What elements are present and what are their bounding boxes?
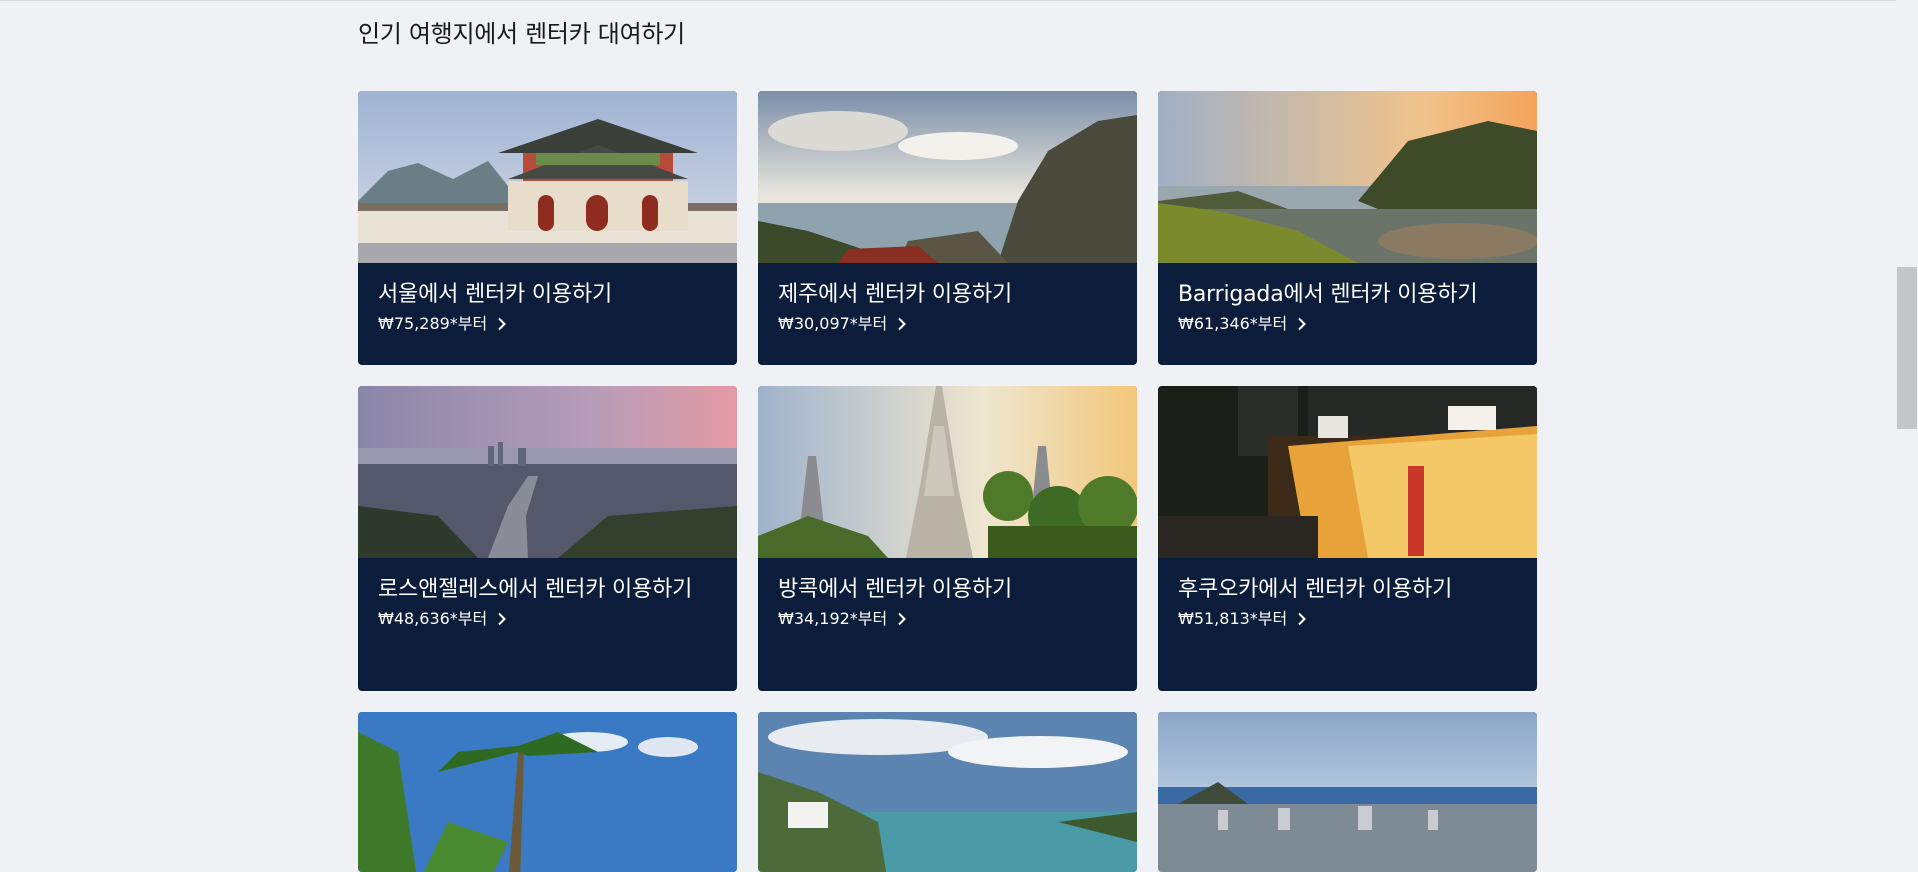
scrollbar[interactable] bbox=[1896, 0, 1918, 847]
card-price: ₩75,289*부터 bbox=[378, 314, 488, 333]
card-price: ₩34,192*부터 bbox=[778, 609, 888, 628]
barrigada-photo bbox=[1158, 91, 1537, 263]
card-price: ₩30,097*부터 bbox=[778, 314, 888, 333]
fukuoka-photo bbox=[1158, 386, 1537, 558]
destination-card-fukuoka[interactable]: 후쿠오카에서 렌터카 이용하기 ₩51,813*부터 bbox=[1158, 386, 1537, 691]
card-title: 제주에서 렌터카 이용하기 bbox=[778, 282, 1013, 307]
scrollbar-thumb[interactable] bbox=[1897, 267, 1917, 429]
chevron-right-icon bbox=[898, 612, 907, 626]
destination-card-9[interactable] bbox=[1158, 712, 1537, 872]
card-price-row: ₩61,346*부터 bbox=[1178, 313, 1517, 335]
destination-grid: 서울에서 렌터카 이용하기 ₩75,289*부터 제주에서 렌터카 이용하기 ₩… bbox=[358, 91, 1538, 872]
card-title: 서울에서 렌터카 이용하기 bbox=[378, 282, 613, 307]
card-price-row: ₩48,636*부터 bbox=[378, 608, 717, 630]
chevron-right-icon bbox=[498, 612, 507, 626]
chevron-right-icon bbox=[498, 317, 507, 331]
card-price-row: ₩30,097*부터 bbox=[778, 313, 1117, 335]
chevron-right-icon bbox=[898, 317, 907, 331]
destination-card-bangkok[interactable]: 방콕에서 렌터카 이용하기 ₩34,192*부터 bbox=[758, 386, 1137, 691]
card-price: ₩51,813*부터 bbox=[1178, 609, 1288, 628]
honolulu-photo bbox=[1158, 712, 1537, 872]
card-price: ₩48,636*부터 bbox=[378, 609, 488, 628]
top-divider bbox=[0, 0, 1918, 1]
destination-card-7[interactable] bbox=[358, 712, 737, 872]
section-title: 인기 여행지에서 렌터카 대여하기 bbox=[358, 20, 685, 48]
card-title: 방콕에서 렌터카 이용하기 bbox=[778, 577, 1013, 602]
jeju-photo bbox=[758, 91, 1137, 263]
card-price-row: ₩34,192*부터 bbox=[778, 608, 1117, 630]
destination-card-jeju[interactable]: 제주에서 렌터카 이용하기 ₩30,097*부터 bbox=[758, 91, 1137, 365]
chevron-right-icon bbox=[1298, 317, 1307, 331]
card-title: Barrigada에서 렌터카 이용하기 bbox=[1178, 282, 1478, 307]
destination-card-barrigada[interactable]: Barrigada에서 렌터카 이용하기 ₩61,346*부터 bbox=[1158, 91, 1537, 365]
bangkok-photo bbox=[758, 386, 1137, 558]
destination-card-los-angeles[interactable]: 로스앤젤레스에서 렌터카 이용하기 ₩48,636*부터 bbox=[358, 386, 737, 691]
coastal-bay-photo bbox=[758, 712, 1137, 872]
card-title: 후쿠오카에서 렌터카 이용하기 bbox=[1178, 577, 1453, 602]
card-price: ₩61,346*부터 bbox=[1178, 314, 1288, 333]
destination-card-8[interactable] bbox=[758, 712, 1137, 872]
card-price-row: ₩75,289*부터 bbox=[378, 313, 717, 335]
chevron-right-icon bbox=[1298, 612, 1307, 626]
palm-trees-photo bbox=[358, 712, 737, 872]
card-price-row: ₩51,813*부터 bbox=[1178, 608, 1517, 630]
seoul-photo bbox=[358, 91, 737, 263]
los-angeles-photo bbox=[358, 386, 737, 558]
card-title: 로스앤젤레스에서 렌터카 이용하기 bbox=[378, 577, 693, 602]
destination-card-seoul[interactable]: 서울에서 렌터카 이용하기 ₩75,289*부터 bbox=[358, 91, 737, 365]
